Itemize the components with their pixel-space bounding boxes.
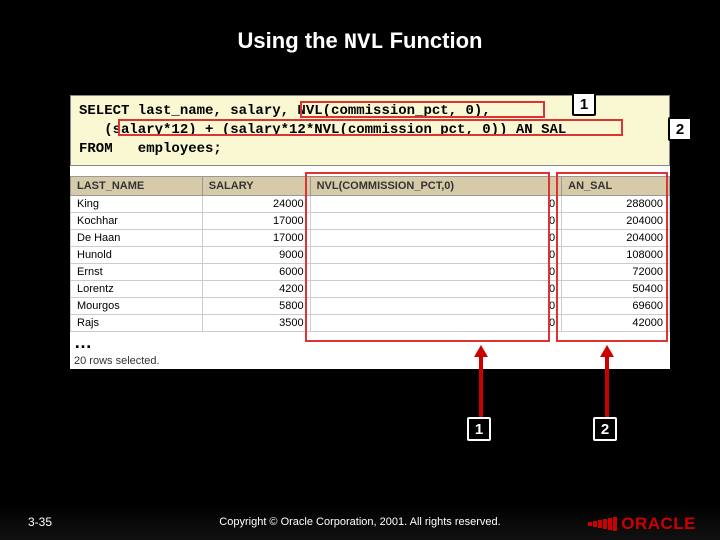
cell-nvl: 0 xyxy=(310,212,562,229)
result-table: LAST_NAME SALARY NVL(COMMISSION_PCT,0) A… xyxy=(70,176,670,332)
table-row: Ernst6000072000 xyxy=(71,263,670,280)
title-mono: NVL xyxy=(344,30,384,55)
cell-lastname: Hunold xyxy=(71,246,203,263)
cell-salary: 17000 xyxy=(202,212,310,229)
cell-ansal: 204000 xyxy=(562,212,670,229)
cell-nvl: 0 xyxy=(310,229,562,246)
cell-ansal: 204000 xyxy=(562,229,670,246)
logo-bar xyxy=(588,522,592,526)
cell-ansal: 72000 xyxy=(562,263,670,280)
col-lastname: LAST_NAME xyxy=(71,176,203,195)
cell-lastname: Lorentz xyxy=(71,280,203,297)
slide-title: Using the NVL Function xyxy=(0,0,720,55)
cell-nvl: 0 xyxy=(310,195,562,212)
cell-nvl: 0 xyxy=(310,314,562,331)
cell-salary: 17000 xyxy=(202,229,310,246)
cell-lastname: Ernst xyxy=(71,263,203,280)
cell-salary: 4200 xyxy=(202,280,310,297)
content-area: SELECT last_name, salary, NVL(commission… xyxy=(70,95,670,369)
result-table-wrap: LAST_NAME SALARY NVL(COMMISSION_PCT,0) A… xyxy=(70,176,670,369)
cell-ansal: 108000 xyxy=(562,246,670,263)
table-row: Lorentz4200050400 xyxy=(71,280,670,297)
ellipsis: … xyxy=(70,332,670,353)
cell-lastname: King xyxy=(71,195,203,212)
cell-nvl: 0 xyxy=(310,263,562,280)
cell-ansal: 50400 xyxy=(562,280,670,297)
table-row: De Haan170000204000 xyxy=(71,229,670,246)
cell-lastname: Mourgos xyxy=(71,297,203,314)
cell-salary: 6000 xyxy=(202,263,310,280)
col-ansal: AN_SAL xyxy=(562,176,670,195)
footer: 3-35 Copyright © Oracle Corporation, 200… xyxy=(0,504,720,540)
callout-badge-2-top: 2 xyxy=(668,117,692,141)
cell-nvl: 0 xyxy=(310,246,562,263)
oracle-logo: ORACLE xyxy=(588,514,696,534)
title-pre: Using the xyxy=(238,28,344,53)
callout-badge-1-top: 1 xyxy=(572,92,596,116)
arrow-1 xyxy=(474,345,488,417)
logo-bar xyxy=(598,520,602,528)
cell-salary: 24000 xyxy=(202,195,310,212)
logo-bar xyxy=(613,517,617,531)
cell-lastname: Kochhar xyxy=(71,212,203,229)
table-row: Hunold90000108000 xyxy=(71,246,670,263)
cell-salary: 5800 xyxy=(202,297,310,314)
cell-salary: 3500 xyxy=(202,314,310,331)
cell-lastname: De Haan xyxy=(71,229,203,246)
table-row: King240000288000 xyxy=(71,195,670,212)
title-post: Function xyxy=(383,28,482,53)
table-row: Kochhar170000204000 xyxy=(71,212,670,229)
arrow-2 xyxy=(600,345,614,417)
cell-lastname: Rajs xyxy=(71,314,203,331)
col-nvl: NVL(COMMISSION_PCT,0) xyxy=(310,176,562,195)
callout-badge-2-bottom: 2 xyxy=(593,417,617,441)
cell-salary: 9000 xyxy=(202,246,310,263)
logo-bar xyxy=(608,518,612,530)
cell-ansal: 42000 xyxy=(562,314,670,331)
cell-ansal: 288000 xyxy=(562,195,670,212)
cell-nvl: 0 xyxy=(310,280,562,297)
callout-badge-1-bottom: 1 xyxy=(467,417,491,441)
logo-wordmark: ORACLE xyxy=(621,514,696,534)
row-count: 20 rows selected. xyxy=(70,353,670,369)
page-number: 3-35 xyxy=(28,515,52,529)
col-salary: SALARY xyxy=(202,176,310,195)
table-row: Rajs3500042000 xyxy=(71,314,670,331)
cell-ansal: 69600 xyxy=(562,297,670,314)
logo-bar xyxy=(603,519,607,529)
table-row: Mourgos5800069600 xyxy=(71,297,670,314)
cell-nvl: 0 xyxy=(310,297,562,314)
logo-bar xyxy=(593,521,597,527)
